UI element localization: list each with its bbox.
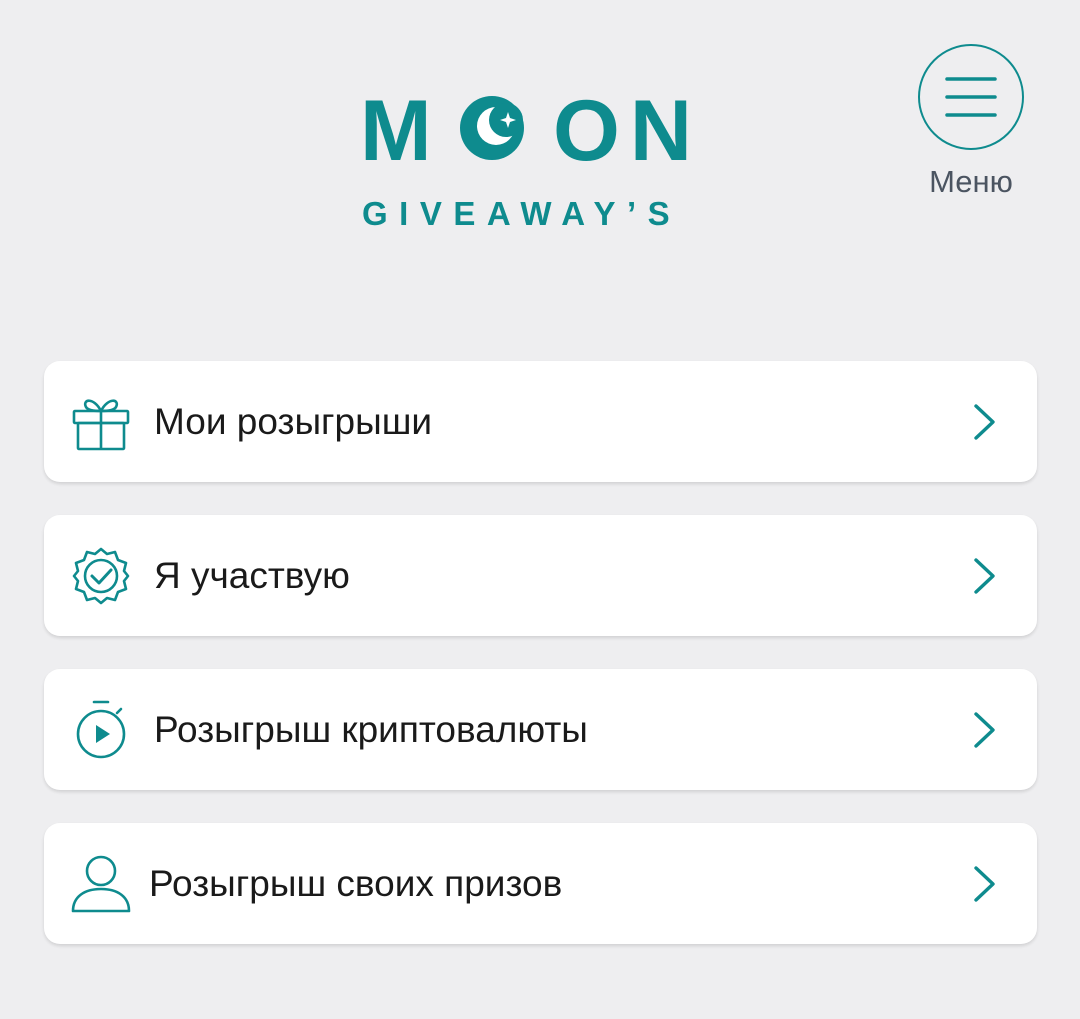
- logo-letter-m: M: [360, 92, 432, 179]
- menu-item-label: Розыгрыш своих призов: [149, 863, 563, 904]
- menu-item-label: Мои розыгрыши: [154, 401, 433, 442]
- chevron-right-icon: [974, 404, 995, 440]
- chevron-right-icon: [974, 866, 995, 902]
- stopwatch-play-icon: [76, 700, 126, 759]
- moon-giveaways-logo: M ON GIVEAWAY’S: [360, 92, 702, 232]
- gift-icon: [72, 399, 130, 451]
- logo-subtitle: GIVEAWAY’S: [362, 195, 681, 232]
- menu-item-participating[interactable]: Я участвую: [44, 515, 1037, 636]
- hamburger-icon: [945, 77, 997, 117]
- menu-label: Меню: [929, 164, 1013, 199]
- menu-item-own-prizes-giveaway[interactable]: Розыгрыш своих призов: [44, 823, 1037, 944]
- menu-item-label: Я участвую: [154, 555, 350, 596]
- user-icon: [71, 855, 131, 913]
- menu-item-crypto-giveaway[interactable]: Розыгрыш криптовалюты: [44, 669, 1037, 790]
- crescent-moon-icon: [460, 96, 524, 160]
- menu-item-label: Розыгрыш криптовалюты: [154, 709, 588, 750]
- menu-button[interactable]: [918, 44, 1024, 150]
- menu[interactable]: Меню: [916, 44, 1026, 200]
- chevron-right-icon: [974, 712, 995, 748]
- menu-item-my-giveaways[interactable]: Мои розыгрыши: [44, 361, 1037, 482]
- verified-badge-icon: [72, 547, 130, 605]
- logo-letters-on: ON: [553, 92, 702, 179]
- chevron-right-icon: [974, 558, 995, 594]
